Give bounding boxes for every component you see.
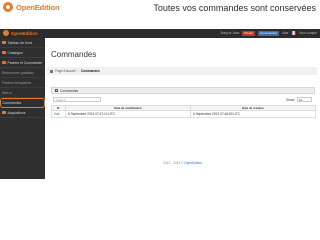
table-controls: Search: Show: 10	[51, 96, 315, 104]
order-created-date: 6 Septembre 2013 07:46:50 UTC	[190, 110, 316, 118]
breadcrumb-current: Commandes	[80, 69, 100, 73]
page-size-label: Show:	[286, 98, 295, 102]
orders-table: N° Date de modification Date de création…	[51, 105, 316, 118]
openedition-logo-icon	[3, 30, 9, 36]
order-link[interactable]: Voir	[51, 110, 66, 118]
search-input[interactable]: Search:	[53, 97, 101, 102]
catalog-icon	[2, 50, 6, 55]
app-logo[interactable]: OpenEdition	[3, 30, 38, 36]
home-icon	[50, 69, 53, 73]
breadcrumb-separator: ›	[77, 69, 79, 73]
sidebar-item-catalog[interactable]: Catalogue	[0, 48, 45, 58]
cart-badge[interactable]: Panier	[242, 30, 256, 36]
sidebar-item-label: Commandes	[2, 100, 22, 105]
app-screenshot: OpenEdition Bonjour Jean Panier Commande…	[0, 29, 320, 179]
language-flag-icon[interactable]	[291, 31, 297, 35]
sidebar-item-saved-carts[interactable]: Paniers enregistrés	[0, 78, 45, 88]
openedition-logo-icon	[3, 2, 13, 12]
order-modified-date: 6 Septembre 2013 07:47:14 UTC	[65, 110, 191, 118]
slide-header: OpenEdition Toutes vos commandes sont co…	[0, 0, 320, 18]
footer-link[interactable]: OpenEdition	[184, 161, 202, 165]
cart-icon	[2, 60, 6, 65]
sidebar-item-label: Paniers et Commander	[7, 60, 43, 65]
sidebar-item-carts[interactable]: Paniers et Commander	[0, 58, 45, 68]
page-size-select[interactable]: 10	[297, 97, 312, 102]
panel-header: Commandes	[51, 87, 315, 94]
app-logo-text: OpenEdition	[11, 30, 38, 36]
sidebar-item-label: Paniers enregistrés	[2, 80, 32, 85]
help-link[interactable]: Aide	[282, 31, 288, 35]
sidebar-item-label: Mes cl	[2, 90, 12, 95]
user-greeting: Bonjour Jean	[220, 31, 240, 35]
acquisitions-icon	[2, 110, 6, 115]
orders-badge[interactable]: Commandes	[258, 30, 280, 36]
sidebar-item-dashboard[interactable]: Tableau de bord	[0, 38, 45, 48]
account-link[interactable]: Mon compte	[299, 31, 317, 35]
table-row: Voir 6 Septembre 2013 07:47:14 UTC 6 Sep…	[51, 110, 316, 118]
top-bar: OpenEdition Bonjour Jean Panier Commande…	[0, 29, 320, 38]
sidebar-item-label: Acquisitions	[7, 110, 26, 115]
sidebar-item-keys[interactable]: Mes cl	[0, 88, 45, 98]
brand-name: OpenEdition	[16, 2, 60, 12]
breadcrumb: Page d'accueil › Commandes	[47, 67, 317, 75]
breadcrumb-home[interactable]: Page d'accueil	[55, 69, 76, 73]
footer: 2012 - 2013 © OpenEdition	[45, 161, 320, 165]
dashboard-icon	[2, 40, 6, 45]
page-title: Commandes	[51, 50, 97, 59]
footer-text: 2012 - 2013 ©	[163, 161, 184, 165]
slide-title: Toutes vos commandes sont conservées	[153, 3, 316, 13]
sidebar: Tableau de bord Catalogue Paniers et Com…	[0, 38, 45, 179]
sidebar-item-label: Catalogue	[7, 50, 23, 55]
cart-icon	[55, 89, 58, 92]
sidebar-item-label: Tableau de bord	[7, 40, 32, 45]
main-content: Commandes Page d'accueil › Commandes Com…	[45, 38, 320, 179]
sidebar-item-orders[interactable]: Commandes	[0, 98, 45, 108]
top-bar-actions: Bonjour Jean Panier Commandes Aide Mon c…	[220, 30, 317, 36]
panel-title: Commandes	[60, 88, 79, 93]
brand: OpenEdition	[3, 2, 60, 12]
sidebar-item-label: Ressources gratuites	[2, 70, 34, 75]
sidebar-item-free-resources[interactable]: Ressources gratuites	[0, 68, 45, 78]
sidebar-item-acquisitions[interactable]: Acquisitions	[0, 108, 45, 118]
